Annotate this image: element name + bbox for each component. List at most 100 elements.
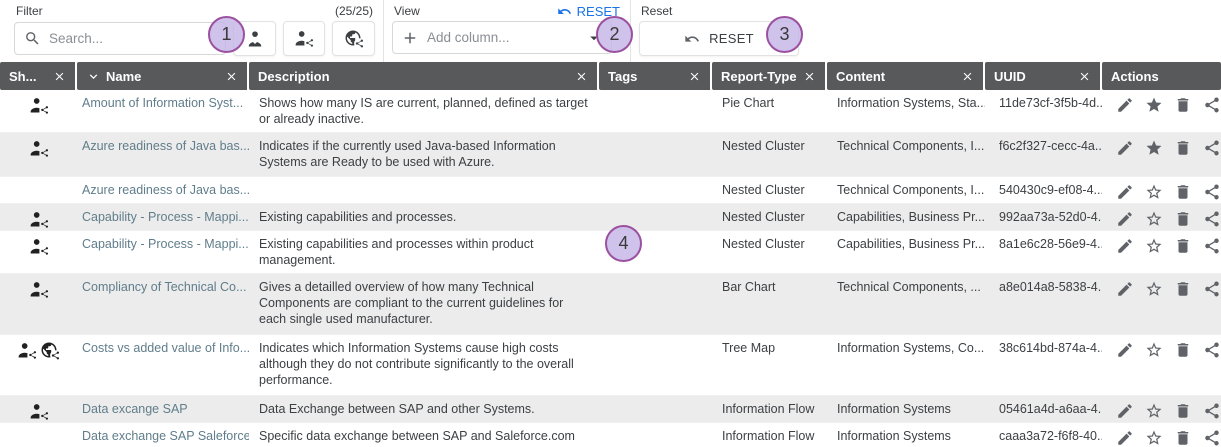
table-row: Data exchange SAP SaleforceSpecific data…	[0, 423, 1221, 447]
star-icon[interactable]	[1145, 402, 1163, 420]
share-icon[interactable]	[1203, 96, 1221, 114]
edit-icon[interactable]	[1116, 429, 1134, 447]
delete-icon[interactable]	[1174, 280, 1192, 298]
remove-column-icon[interactable]	[688, 70, 701, 83]
add-column-placeholder: Add column...	[427, 30, 585, 45]
remove-column-icon[interactable]	[225, 70, 238, 83]
share-icon[interactable]	[1203, 280, 1221, 298]
actions-cell	[1102, 231, 1221, 273]
table-header: Sh... Name Description Tags Report-Type …	[0, 62, 1221, 90]
plus-icon	[401, 29, 419, 47]
delete-icon[interactable]	[1174, 139, 1192, 157]
share-icon[interactable]	[1203, 429, 1221, 447]
remove-column-icon[interactable]	[803, 70, 816, 83]
star-icon[interactable]	[1145, 429, 1163, 447]
shared-status-cell	[0, 335, 77, 395]
filter-person-share-button[interactable]	[283, 21, 326, 56]
uuid-cell: a8e014a8-5838-4...	[985, 274, 1102, 334]
delete-icon[interactable]	[1174, 210, 1192, 228]
actions-cell	[1102, 133, 1221, 176]
report-name-link[interactable]: Compliancy of Technical Co...	[77, 274, 249, 334]
report-name-link[interactable]: Data exchange SAP Saleforce	[77, 423, 249, 447]
report-name-link[interactable]: Capability - Process - Mappi...	[77, 231, 249, 273]
delete-icon[interactable]	[1174, 237, 1192, 255]
actions-cell	[1102, 423, 1221, 447]
star-icon[interactable]	[1145, 237, 1163, 255]
star-icon[interactable]	[1145, 183, 1163, 201]
uuid-cell: 05461a4d-a6aa-4...	[985, 396, 1102, 422]
share-icon[interactable]	[1203, 210, 1221, 228]
person-share-icon	[29, 280, 49, 300]
edit-icon[interactable]	[1116, 96, 1134, 114]
description-cell: Gives a detailled overview of how many T…	[249, 274, 599, 334]
report-name-link[interactable]: Azure readiness of Java bas...	[77, 177, 249, 203]
report-name-link[interactable]: Azure readiness of Java bas...	[77, 133, 249, 176]
delete-icon[interactable]	[1174, 96, 1192, 114]
edit-icon[interactable]	[1116, 210, 1134, 228]
delete-icon[interactable]	[1174, 341, 1192, 359]
add-column-dropdown[interactable]: Add column...	[392, 21, 612, 54]
report-name-link[interactable]: Data excange SAP	[77, 396, 249, 422]
actions-cell	[1102, 177, 1221, 203]
report-name-link[interactable]: Capability - Process - Mappi...	[77, 204, 249, 230]
star-icon[interactable]	[1145, 280, 1163, 298]
tags-cell	[599, 133, 712, 176]
share-icon[interactable]	[1203, 237, 1221, 255]
column-header-content[interactable]: Content	[827, 62, 985, 90]
delete-icon[interactable]	[1174, 402, 1192, 420]
star-icon[interactable]	[1145, 96, 1163, 114]
filter-label: Filter	[16, 4, 43, 18]
delete-icon[interactable]	[1174, 429, 1192, 447]
report-type-cell: Nested Cluster	[712, 133, 827, 176]
edit-icon[interactable]	[1116, 237, 1134, 255]
shared-status-cell	[0, 90, 77, 132]
column-header-uuid[interactable]: UUID	[985, 62, 1102, 90]
uuid-cell: 992aa73a-52d0-4...	[985, 204, 1102, 230]
star-icon[interactable]	[1145, 139, 1163, 157]
remove-column-icon[interactable]	[961, 70, 974, 83]
edit-icon[interactable]	[1116, 183, 1134, 201]
content-cell: Technical Components, I...	[827, 177, 985, 203]
edit-icon[interactable]	[1116, 139, 1134, 157]
column-header-description[interactable]: Description	[249, 62, 599, 90]
remove-column-icon[interactable]	[53, 70, 66, 83]
reset-button-label: RESET	[709, 31, 754, 46]
share-icon[interactable]	[1203, 341, 1221, 359]
table-row: Azure readiness of Java bas... Nested Clu…	[0, 177, 1221, 204]
column-header-shared[interactable]: Sh...	[0, 62, 77, 90]
remove-column-icon[interactable]	[1078, 70, 1091, 83]
search-box[interactable]	[14, 22, 226, 55]
report-type-cell: Nested Cluster	[712, 177, 827, 203]
actions-cell	[1102, 335, 1221, 395]
column-header-report-type[interactable]: Report-Type	[712, 62, 827, 90]
edit-icon[interactable]	[1116, 402, 1134, 420]
report-type-cell: Nested Cluster	[712, 204, 827, 230]
star-icon[interactable]	[1145, 210, 1163, 228]
edit-icon[interactable]	[1116, 280, 1134, 298]
annotation-marker-2: 2	[596, 16, 633, 53]
search-icon	[24, 30, 41, 47]
share-icon[interactable]	[1203, 402, 1221, 420]
share-icon[interactable]	[1203, 139, 1221, 157]
person-share-icon	[29, 237, 49, 257]
column-header-name[interactable]: Name	[77, 62, 249, 90]
search-input[interactable]	[49, 31, 216, 46]
column-header-actions: Actions	[1102, 62, 1221, 90]
filter-globe-share-button[interactable]	[332, 21, 375, 56]
column-header-tags[interactable]: Tags	[599, 62, 712, 90]
description-cell: Indicates which Information Systems caus…	[249, 335, 599, 395]
delete-icon[interactable]	[1174, 183, 1192, 201]
report-name-link[interactable]: Costs vs added value of Info...	[77, 335, 249, 395]
content-cell: Information Systems, Co...	[827, 335, 985, 395]
report-name-link[interactable]: Amount of Information Syst...	[77, 90, 249, 132]
remove-column-icon[interactable]	[575, 70, 588, 83]
undo-icon	[557, 4, 572, 19]
content-cell: Information Systems	[827, 423, 985, 447]
star-icon[interactable]	[1145, 341, 1163, 359]
share-icon[interactable]	[1203, 183, 1221, 201]
tags-cell	[599, 90, 712, 132]
filter-section: Filter (25/25)	[0, 0, 383, 62]
report-type-cell: Tree Map	[712, 335, 827, 395]
edit-icon[interactable]	[1116, 341, 1134, 359]
sort-chevron-down-icon[interactable]	[86, 69, 101, 84]
